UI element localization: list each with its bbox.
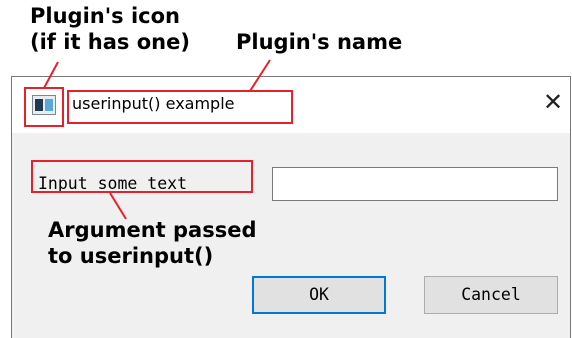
- close-icon[interactable]: ✕: [540, 89, 566, 115]
- cancel-button[interactable]: Cancel: [424, 276, 558, 314]
- dialog-title: userinput() example: [72, 94, 235, 113]
- annotation-argument-label: Argument passed: [48, 218, 257, 242]
- annotation-icon-note: (if it has one): [30, 30, 190, 54]
- annotation-name-label: Plugin's name: [236, 30, 403, 54]
- input-prompt-label: Input some text: [38, 174, 188, 193]
- annotation-icon-label: Plugin's icon: [30, 4, 180, 28]
- title-bar: userinput() example ✕: [12, 77, 570, 133]
- plugin-window-icon: [32, 95, 56, 115]
- annotation-argument-note: to userinput(): [48, 244, 214, 268]
- text-input-field[interactable]: [272, 167, 558, 201]
- ok-button[interactable]: OK: [252, 276, 386, 314]
- dialog-window: userinput() example ✕ Input some text OK…: [11, 76, 571, 338]
